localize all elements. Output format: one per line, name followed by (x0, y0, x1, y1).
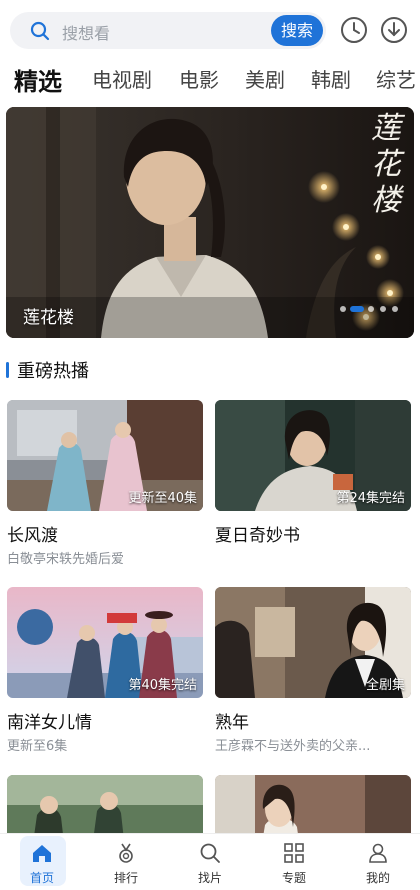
video-card[interactable]: 全剧集 熟年 王彦霖不与送外卖的父亲... (215, 587, 411, 762)
search-icon (200, 843, 220, 863)
tab-movies[interactable]: 电影 (179, 64, 219, 93)
video-card[interactable] (7, 775, 203, 833)
search-input[interactable]: 搜想看 (62, 20, 110, 44)
video-subtitle: 王彦霖不与送外卖的父亲... (215, 739, 371, 754)
thumbnail-image (215, 775, 411, 833)
category-tabs: 精选 电视剧 电影 美剧 韩剧 综艺 (0, 60, 420, 100)
video-title[interactable]: 夏日奇妙书 (215, 521, 300, 546)
tab-variety[interactable]: 综艺 (376, 64, 416, 93)
episode-badge: 全剧集 (365, 678, 405, 693)
search-button[interactable]: 搜索 (271, 15, 323, 46)
banner-logo: 莲花楼 (371, 111, 401, 218)
grid-icon (284, 843, 304, 863)
carousel-dot (340, 306, 346, 312)
medal-icon (119, 843, 133, 863)
video-thumbnail[interactable]: 更新至40集 (7, 400, 203, 511)
section-title: 重磅热播 (17, 361, 89, 382)
nav-item-topics[interactable]: 专题 (252, 834, 336, 890)
video-title[interactable]: 长风渡 (7, 521, 58, 546)
tab-tv-series[interactable]: 电视剧 (92, 64, 152, 93)
episode-badge: 更新至40集 (128, 491, 197, 506)
nav-label: 我的 (365, 871, 390, 885)
video-card[interactable]: 第24集完结 夏日奇妙书 (215, 400, 411, 575)
video-thumbnail[interactable] (215, 775, 411, 833)
search-icon (30, 21, 50, 41)
tab-korean-series[interactable]: 韩剧 (311, 64, 351, 93)
section-accent-bar (6, 362, 9, 378)
banner-caption: 莲花楼 (23, 308, 74, 328)
video-card[interactable]: 第40集完结 南洋女儿情 更新至6集 (7, 587, 203, 762)
download-icon[interactable] (379, 15, 409, 45)
video-title[interactable]: 南洋女儿情 (7, 708, 92, 733)
thumbnail-image (7, 775, 203, 833)
home-icon (33, 845, 51, 862)
user-icon (369, 843, 387, 863)
nav-label: 找片 (197, 871, 222, 885)
video-title[interactable]: 熟年 (215, 708, 249, 733)
video-thumbnail[interactable]: 第24集完结 (215, 400, 411, 511)
search-box[interactable]: 搜想看 搜索 (10, 12, 326, 49)
nav-item-home[interactable]: 首页 (0, 834, 84, 890)
carousel-dot (380, 306, 386, 312)
nav-label: 专题 (281, 871, 306, 885)
video-subtitle: 白敬亭宋轶先婚后爱 (7, 552, 125, 567)
carousel-indicator (340, 306, 402, 312)
nav-item-ranking[interactable]: 排行 (84, 834, 168, 890)
top-bar: 搜想看 搜索 (0, 0, 420, 62)
tab-featured[interactable]: 精选 (14, 62, 62, 97)
bottom-navigation: 首页 排行 找片 专题 我的 (0, 833, 420, 890)
video-thumbnail[interactable]: 全剧集 (215, 587, 411, 698)
tab-us-series[interactable]: 美剧 (245, 64, 285, 93)
hero-banner[interactable]: 莲花楼 莲花楼 (6, 107, 414, 338)
carousel-dot (368, 306, 374, 312)
video-thumbnail[interactable] (7, 775, 203, 833)
carousel-dot (392, 306, 398, 312)
nav-item-discover[interactable]: 找片 (168, 834, 252, 890)
video-thumbnail[interactable]: 第40集完结 (7, 587, 203, 698)
video-subtitle: 更新至6集 (7, 739, 68, 754)
video-card[interactable] (215, 775, 411, 833)
nav-item-profile[interactable]: 我的 (336, 834, 420, 890)
carousel-dot-active (350, 306, 364, 312)
video-card[interactable]: 更新至40集 长风渡 白敬亭宋轶先婚后爱 (7, 400, 203, 575)
nav-label: 首页 (29, 871, 54, 885)
history-icon[interactable] (339, 15, 369, 45)
episode-badge: 第40集完结 (128, 678, 197, 693)
nav-label: 排行 (113, 871, 138, 885)
episode-badge: 第24集完结 (336, 491, 405, 506)
